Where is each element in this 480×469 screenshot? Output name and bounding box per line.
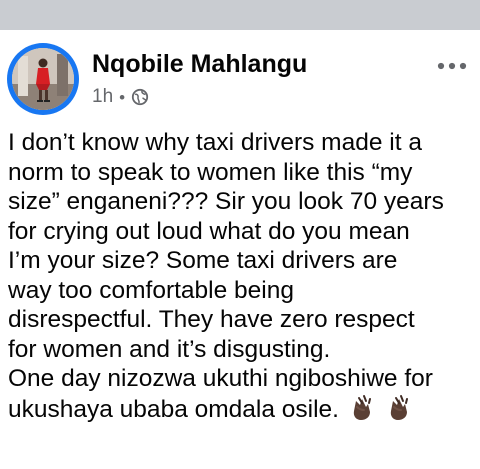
post-text-line-1: I don’t know why taxi drivers made it a	[8, 129, 422, 156]
more-options-icon	[437, 62, 467, 70]
post-text-line-2: norm to speak to women like this “my	[8, 158, 413, 186]
clapping-hands-icon	[348, 394, 376, 422]
post-text-line-6: way too comfortable being	[8, 276, 294, 304]
facebook-post: Nqobile Mahlangu 1h • I don’t know why t…	[0, 30, 480, 469]
clapping-hands-icon	[385, 394, 413, 422]
post-text-line-10: ukushaya ubaba omdala osile.	[8, 394, 473, 425]
more-options-button[interactable]	[433, 56, 471, 76]
post-text-line-8: for women and it’s disgusting.	[8, 335, 331, 363]
post-text-line-7: disrespectful. They have zero respect	[8, 306, 415, 333]
post-text-line-5: I’m your size? Some taxi drivers are	[8, 247, 398, 274]
post-meta: 1h •	[92, 85, 149, 109]
clapping-hands-icon-2	[390, 394, 408, 420]
post-text: I don’t know why taxi drivers made it a …	[8, 128, 473, 424]
post-text-line-3: size” enganeni??? Sir you look 70 years	[8, 188, 444, 215]
globe-icon[interactable]	[131, 88, 149, 106]
globe-icon-graphic	[131, 88, 149, 106]
author-name[interactable]: Nqobile Mahlangu	[92, 50, 307, 79]
clapping-hands-icon-1	[353, 394, 371, 420]
post-text-line-9: One day nizozwa ukuthi ngiboshiwe for	[8, 365, 433, 392]
post-time[interactable]: 1h	[92, 86, 113, 108]
avatar[interactable]	[12, 48, 74, 110]
post-text-line-10-text: ukushaya ubaba omdala osile.	[8, 395, 339, 423]
meta-separator: •	[119, 87, 126, 107]
avatar-photo	[12, 48, 74, 110]
post-text-line-4: for crying out loud what do you mean	[8, 217, 410, 245]
feed-separator	[0, 0, 480, 30]
